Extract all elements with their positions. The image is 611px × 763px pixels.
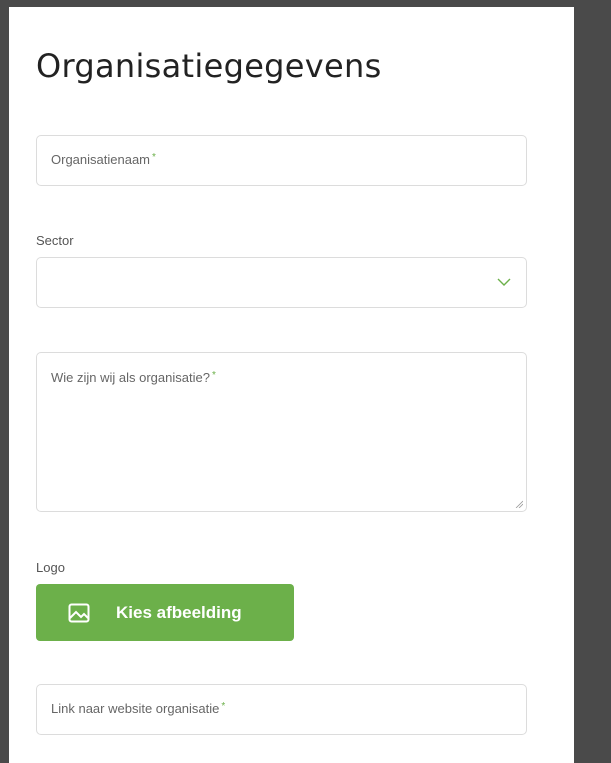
required-marker: *	[152, 152, 156, 163]
required-marker: *	[211, 370, 216, 381]
window-frame-top	[0, 0, 611, 7]
sector-select[interactable]	[36, 257, 527, 308]
logo-label: Logo	[36, 560, 65, 575]
website-link-field[interactable]: Link naar website organisatie *	[36, 684, 527, 735]
organisation-name-placeholder: Organisatienaam *	[51, 152, 156, 167]
chevron-down-icon	[497, 278, 511, 286]
website-link-placeholder: Link naar website organisatie *	[51, 701, 226, 716]
choose-image-label: Kies afbeelding	[116, 602, 242, 622]
sector-label: Sector	[36, 233, 74, 248]
form-panel: Organisatiegegevens Organisatienaam * Sec…	[9, 7, 574, 763]
page-title: Organisatiegegevens	[36, 47, 382, 85]
required-marker: *	[221, 701, 226, 712]
organisation-name-field[interactable]: Organisatienaam *	[36, 135, 527, 186]
window-frame-right	[574, 0, 611, 763]
image-icon	[68, 603, 90, 622]
resize-handle-icon[interactable]	[515, 500, 523, 508]
choose-image-button[interactable]: Kies afbeelding	[36, 584, 294, 641]
window-frame-left	[0, 0, 9, 763]
organisation-description-textarea[interactable]: Wie zijn wij als organisatie? *	[36, 352, 527, 512]
organisation-description-placeholder: Wie zijn wij als organisatie? *	[51, 370, 216, 385]
